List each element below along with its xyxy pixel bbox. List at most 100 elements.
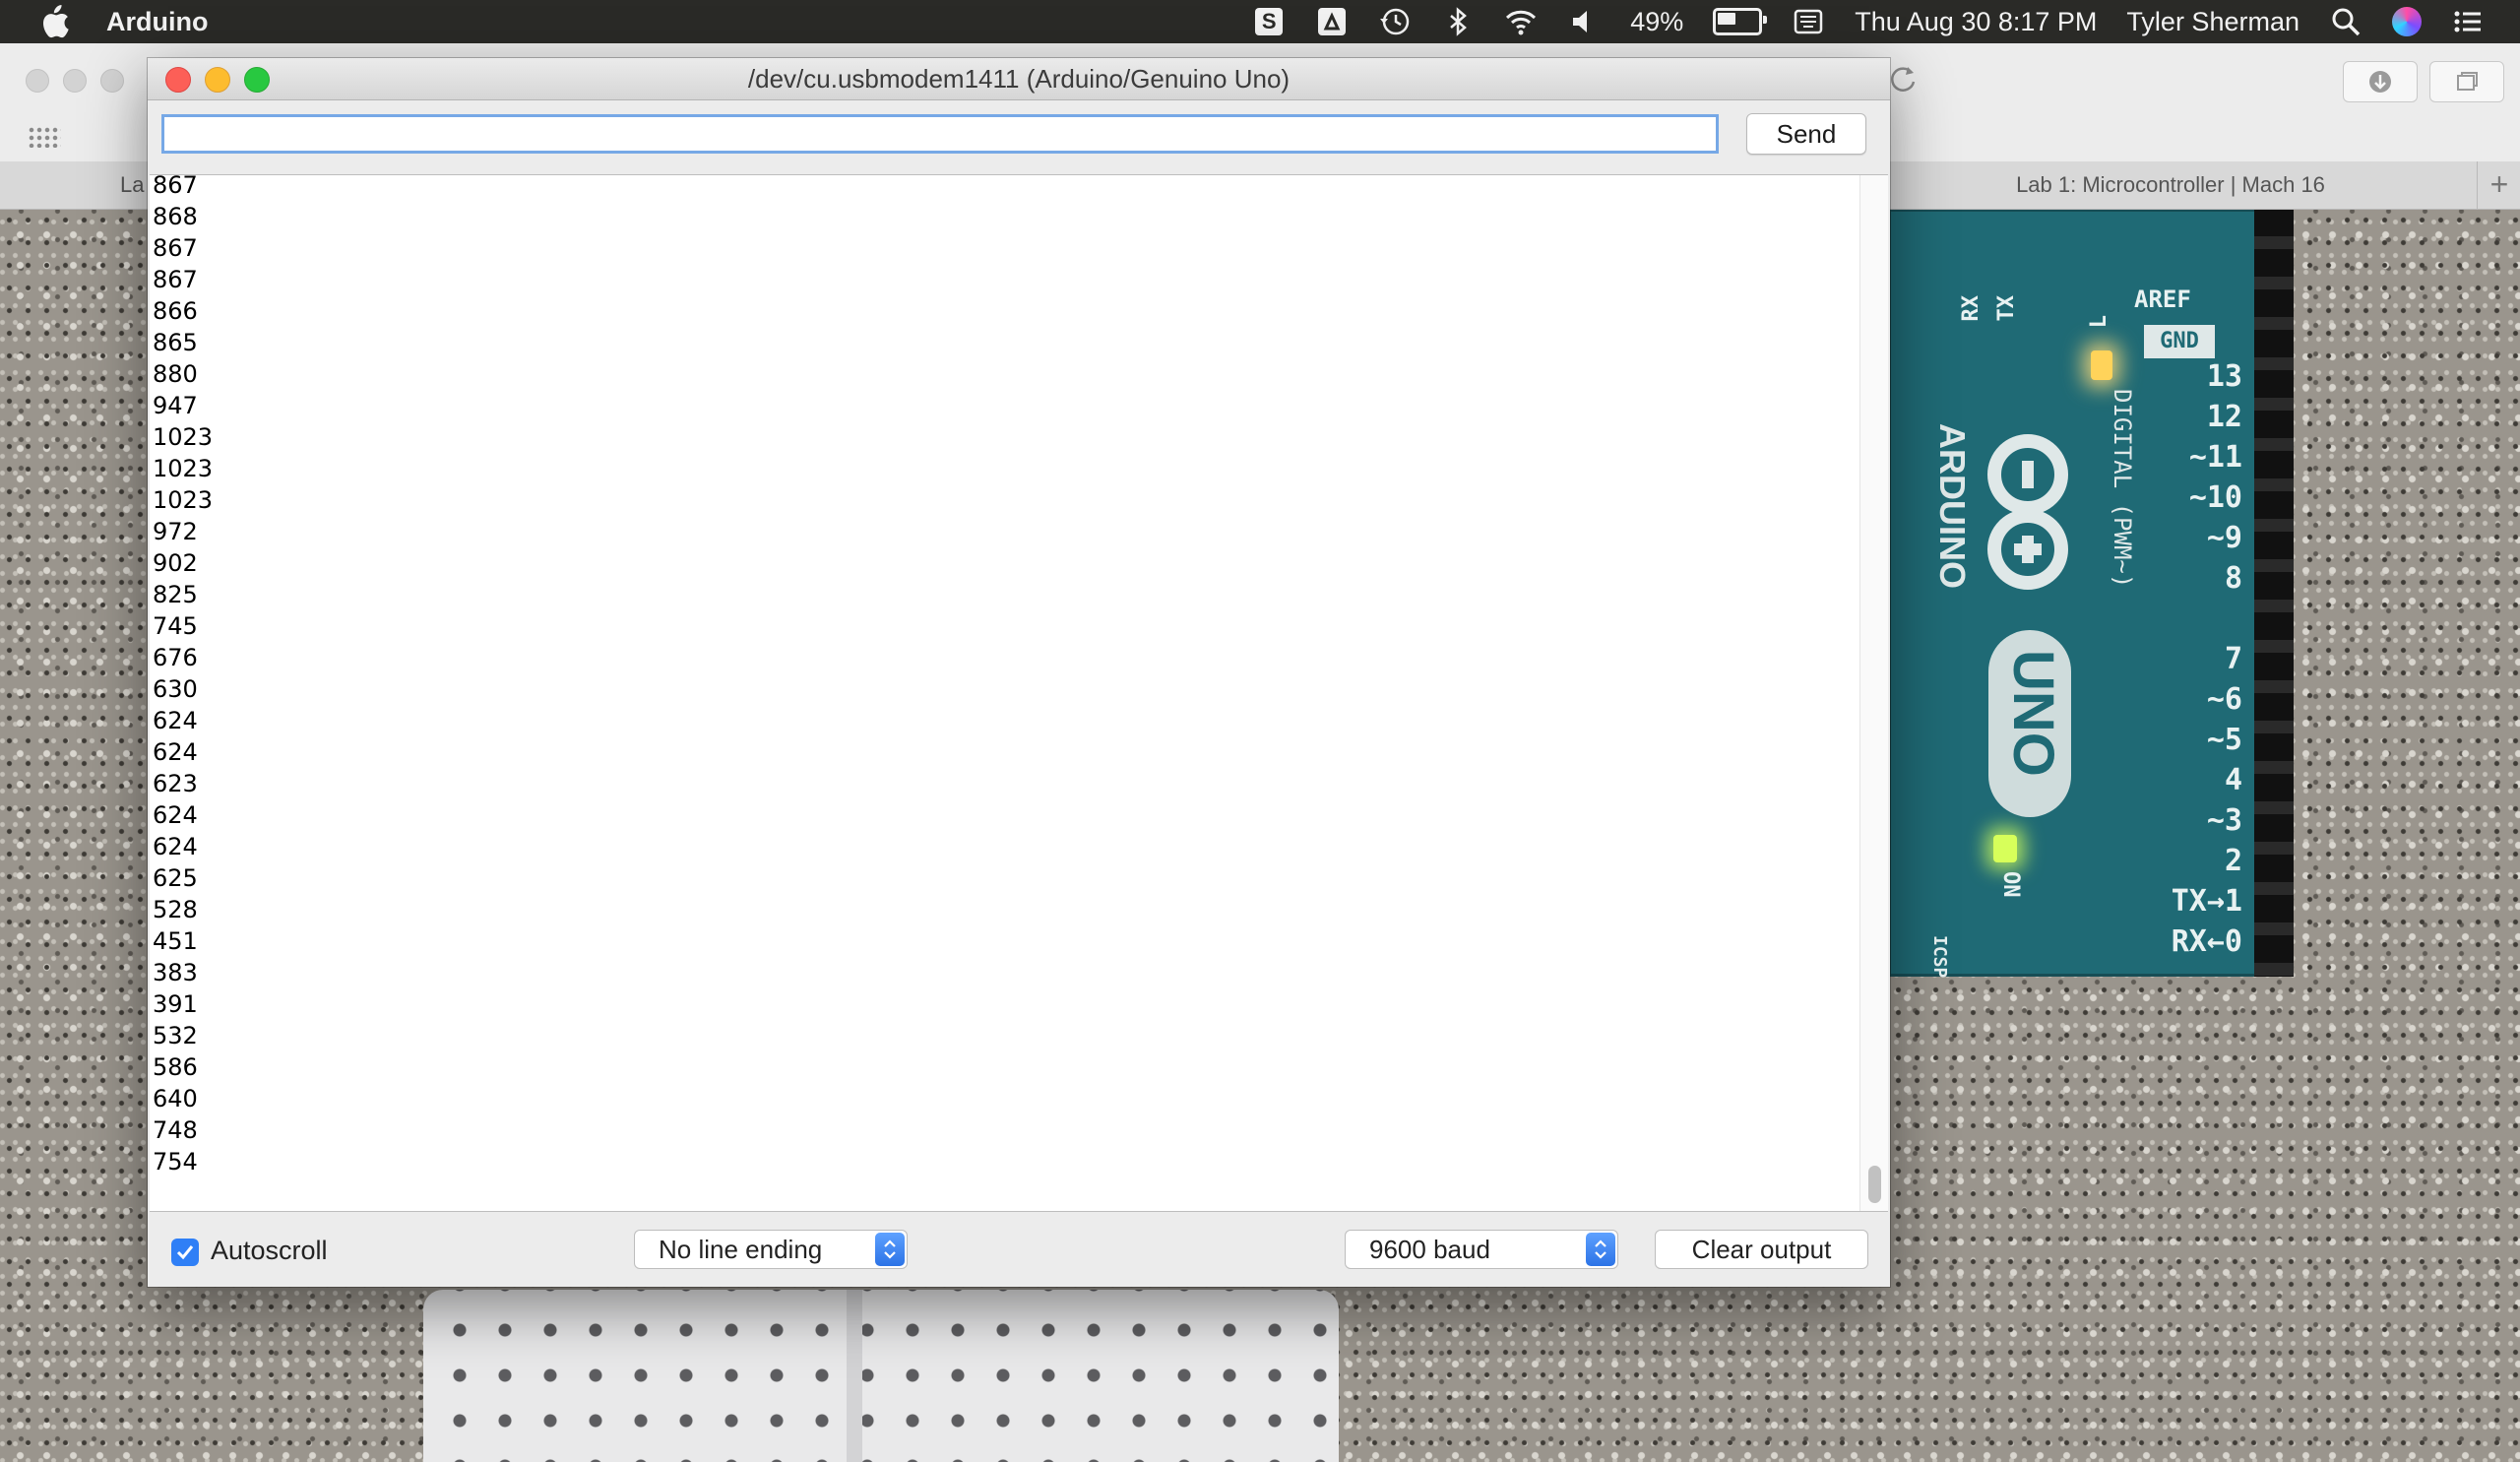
battery-icon[interactable] [1713, 8, 1768, 35]
gnd-label: GND [2144, 325, 2215, 358]
output-line: 623 [153, 770, 198, 797]
window-title: /dev/cu.usbmodem1411 (Arduino/Genuino Un… [747, 64, 1291, 94]
clear-output-button[interactable]: Clear output [1655, 1230, 1868, 1269]
output-line: 866 [153, 297, 198, 325]
apple-icon[interactable] [39, 5, 69, 38]
output-line: 528 [153, 896, 198, 923]
on-label: ON [1998, 871, 2023, 898]
drive-icon[interactable] [1315, 5, 1349, 38]
pin-label: 4 [2224, 763, 2242, 797]
output-line: 867 [153, 266, 198, 293]
autoscroll-checkbox[interactable] [171, 1239, 199, 1266]
output-line: 867 [153, 234, 198, 262]
tabs-icon [2457, 72, 2478, 91]
browser-minimize-button[interactable] [63, 69, 87, 93]
checkmark-icon [176, 1245, 194, 1260]
output-line: 640 [153, 1085, 198, 1112]
pin-label: ~6 [2206, 682, 2242, 717]
arduino-logo [1987, 434, 2068, 590]
serial-input[interactable] [161, 114, 1719, 154]
s-icon[interactable]: S [1252, 5, 1286, 38]
pin-label: RX←0 [2171, 924, 2242, 959]
apps-grid-icon[interactable] [28, 126, 61, 148]
output-line: 1023 [153, 486, 214, 514]
arduino-brand-label: ARDUINO [1932, 423, 1973, 589]
autoscroll-label[interactable]: Autoscroll [211, 1236, 328, 1266]
serial-monitor-window: /dev/cu.usbmodem1411 (Arduino/Genuino Un… [148, 58, 1890, 1287]
pin-label [2154, 599, 2242, 639]
user-name[interactable]: Tyler Sherman [2126, 7, 2300, 37]
output-line: 532 [153, 1022, 198, 1049]
new-tab-button[interactable]: + [2477, 161, 2520, 209]
reload-icon[interactable] [1886, 63, 1920, 96]
pin-label: 8 [2224, 561, 2242, 596]
volume-icon[interactable] [1567, 5, 1601, 38]
pin-label: 13 [2206, 359, 2242, 394]
baud-rate-select[interactable]: 9600 baud [1345, 1230, 1618, 1269]
keyboard-icon[interactable] [1792, 5, 1825, 38]
output-line: 972 [153, 518, 198, 545]
browser-tab-title[interactable]: Lab 1: Microcontroller | Mach 16 [1890, 161, 2451, 209]
bluetooth-icon[interactable] [1441, 5, 1475, 38]
clock[interactable]: Thu Aug 30 8:17 PM [1855, 7, 2097, 37]
search-icon[interactable] [2329, 5, 2362, 38]
output-line: 865 [153, 329, 198, 356]
uno-label: UNO [2001, 650, 2065, 777]
window-titlebar[interactable]: /dev/cu.usbmodem1411 (Arduino/Genuino Un… [148, 58, 1890, 100]
rx-label: RX [1959, 295, 1984, 322]
breadboard-divider [847, 1290, 862, 1462]
pin-label: ~11 [2188, 440, 2242, 475]
l-label: L [2087, 315, 2111, 329]
browser-tab-left-label[interactable]: La [120, 161, 144, 209]
scrollbar-track[interactable] [1859, 175, 1888, 1211]
serial-output-lines: 867 868 867 867 866 865 880 947 1023 1023 1023 972 9… [153, 174, 214, 1177]
pin-label: ~9 [2206, 521, 2242, 555]
output-line: 630 [153, 675, 198, 703]
pin-label: 7 [2224, 642, 2242, 676]
line-ending-select[interactable]: No line ending [634, 1230, 908, 1269]
output-line: 625 [153, 864, 198, 892]
tx-label: TX [1994, 295, 2019, 322]
wifi-icon[interactable] [1504, 5, 1538, 38]
scrollbar-thumb[interactable] [1868, 1166, 1881, 1203]
app-menu-name[interactable]: Arduino [106, 7, 208, 37]
download-icon [2369, 71, 2391, 93]
output-line: 825 [153, 581, 198, 608]
pin-label: 2 [2224, 844, 2242, 878]
select-arrows-icon [875, 1233, 905, 1266]
output-line: 754 [153, 1148, 198, 1176]
browser-close-button[interactable] [26, 69, 49, 93]
select-arrows-icon [1586, 1233, 1615, 1266]
pin-label: TX→1 [2171, 884, 2242, 919]
output-line: 676 [153, 644, 198, 671]
baud-rate-value: 9600 baud [1369, 1235, 1490, 1264]
pin-label: ~3 [2206, 803, 2242, 838]
send-button[interactable]: Send [1746, 113, 1866, 155]
output-line: 586 [153, 1053, 198, 1081]
output-line: 624 [153, 738, 198, 766]
time-machine-icon[interactable] [1378, 5, 1412, 38]
led-on [1993, 835, 2017, 862]
output-line: 867 [153, 174, 198, 199]
line-ending-value: No line ending [659, 1235, 823, 1264]
aref-label: AREF [2134, 286, 2191, 313]
serial-output[interactable]: 867 868 867 867 866 865 880 947 1023 1023 1023 972 9… [150, 174, 1888, 1212]
output-line: 1023 [153, 423, 214, 451]
output-line: 451 [153, 927, 198, 955]
menu-bar: Arduino S 49% Thu Aug 30 8:17 PM Tyler S… [0, 0, 2520, 43]
led-l [2091, 350, 2112, 380]
output-line: 391 [153, 990, 198, 1018]
browser-zoom-button[interactable] [100, 69, 124, 93]
output-line: 624 [153, 801, 198, 829]
output-line: 624 [153, 707, 198, 734]
breadboard [423, 1290, 1339, 1462]
downloads-button[interactable] [2343, 61, 2418, 102]
notification-center-icon[interactable] [2451, 5, 2485, 38]
output-line: 1023 [153, 455, 214, 482]
siri-icon[interactable] [2392, 7, 2422, 36]
digital-pwm-label: DIGITAL (PWM~) [2109, 389, 2136, 589]
pin-label: ~5 [2206, 723, 2242, 757]
pin-label: ~10 [2188, 480, 2242, 515]
tabs-overview-button[interactable] [2429, 61, 2504, 102]
output-line: 947 [153, 392, 198, 419]
